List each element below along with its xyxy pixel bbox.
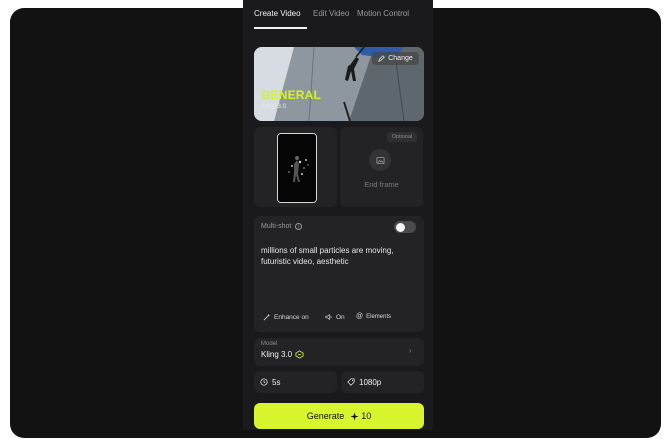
generate-cost: 10: [350, 411, 371, 421]
pencil-icon: [378, 55, 386, 62]
clock-icon: [260, 378, 268, 386]
model-value: Kling 3.0: [261, 350, 293, 359]
multishot-toggle[interactable]: [394, 221, 416, 233]
optional-badge: Optional: [387, 132, 417, 142]
sparkle-wand-icon: [263, 313, 271, 321]
model-value-row: Kling 3.0: [261, 350, 304, 359]
elements-label: Elements: [366, 313, 392, 320]
enhance-chip[interactable]: Enhance on: [263, 313, 309, 321]
duration-value: 5s: [272, 377, 281, 387]
multishot-row: Multi-shot i: [261, 223, 303, 230]
resolution-selector[interactable]: 1080p: [341, 371, 424, 393]
toggle-knob: [395, 222, 405, 232]
speaker-icon: [325, 313, 332, 321]
tag-icon: [347, 378, 355, 386]
multishot-label: Multi-shot: [261, 223, 292, 230]
change-preset-button[interactable]: Change: [372, 52, 419, 65]
duration-selector[interactable]: 5s: [254, 371, 337, 393]
generate-cost-value: 10: [361, 411, 372, 421]
sparkle-icon: [350, 411, 359, 421]
enhance-label: Enhance on: [274, 313, 309, 321]
elements-chip[interactable]: @ Elements: [356, 313, 391, 320]
tab-edit-video[interactable]: Edit Video: [313, 9, 349, 18]
tab-motion-control[interactable]: Motion Control: [357, 9, 409, 18]
info-icon[interactable]: i: [295, 223, 303, 230]
change-label: Change: [388, 55, 413, 62]
prompt-textarea[interactable]: millions of small particles are moving, …: [261, 245, 418, 267]
image-icon: [369, 149, 391, 171]
tab-create-video[interactable]: Create Video: [254, 9, 301, 18]
audio-chip[interactable]: On: [325, 313, 345, 321]
model-label: Model: [261, 341, 278, 347]
chevron-right-icon: ›: [409, 346, 412, 355]
start-frame-thumbnail: [277, 133, 317, 203]
preset-title: GENERAL: [261, 88, 322, 102]
resolution-value: 1080p: [359, 377, 382, 387]
active-tab-indicator: [254, 27, 307, 29]
preset-subtitle: Kling 3.0: [261, 103, 287, 110]
end-frame-label: End frame: [364, 180, 399, 189]
at-icon: @: [356, 313, 364, 320]
generate-button[interactable]: Generate 10: [254, 403, 424, 429]
generate-label: Generate: [306, 411, 345, 421]
model-badge-icon: [295, 350, 304, 359]
audio-label: On: [336, 313, 345, 321]
particles-image: [278, 134, 316, 202]
